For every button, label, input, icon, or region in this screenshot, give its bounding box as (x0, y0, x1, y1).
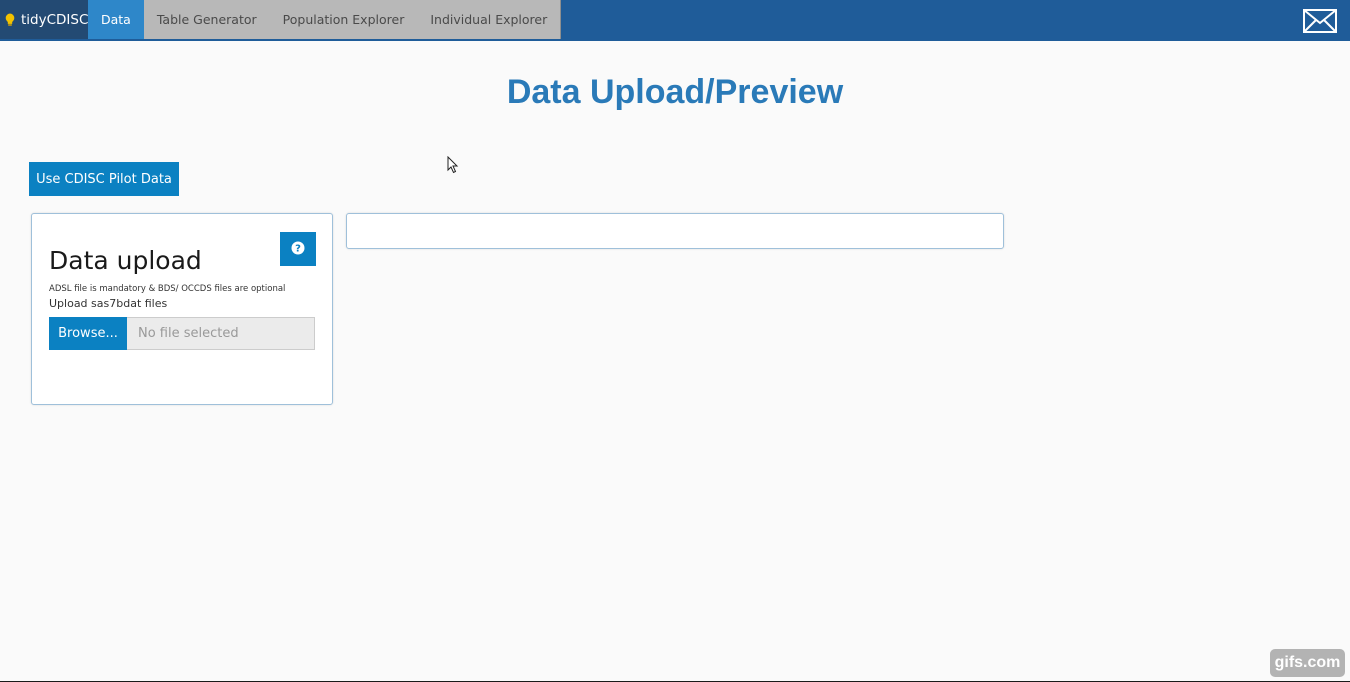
browse-button[interactable]: Browse... (49, 317, 127, 350)
app-brand[interactable]: tidyCDISC (0, 0, 88, 39)
top-navbar: tidyCDISC Data Table Generator Populatio… (0, 0, 1350, 41)
question-circle-icon: ? (291, 240, 305, 259)
brand-label: tidyCDISC (21, 11, 89, 28)
mouse-cursor-icon (447, 155, 459, 174)
svg-text:?: ? (295, 243, 301, 254)
upload-label: Upload sas7bdat files (49, 297, 168, 310)
watermark: gifs.com (1270, 649, 1345, 677)
use-pilot-data-button[interactable]: Use CDISC Pilot Data (29, 162, 179, 196)
tab-table-generator[interactable]: Table Generator (143, 0, 270, 39)
file-name-field[interactable]: No file selected (127, 317, 315, 350)
page-title: Data Upload/Preview (506, 73, 844, 111)
upload-note: ADSL file is mandatory & BDS/ OCCDS file… (49, 284, 286, 294)
help-button[interactable]: ? (280, 232, 316, 266)
main-tabs: Data Table Generator Population Explorer… (88, 0, 562, 39)
panel-title: Data upload (49, 246, 202, 275)
tab-data[interactable]: Data (88, 0, 144, 39)
tab-population-explorer[interactable]: Population Explorer (269, 0, 418, 39)
data-preview-box (346, 213, 1004, 249)
data-upload-panel: ? Data upload ADSL file is mandatory & B… (31, 213, 333, 405)
lightbulb-icon (5, 13, 15, 27)
tab-individual-explorer[interactable]: Individual Explorer (417, 0, 562, 39)
envelope-icon[interactable] (1303, 9, 1337, 33)
